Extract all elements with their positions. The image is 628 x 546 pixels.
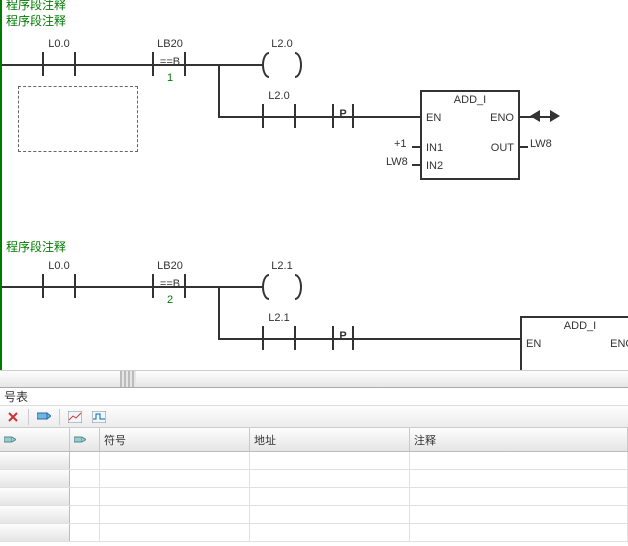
splitter-grip-icon <box>120 371 136 387</box>
coil-label: L2.0 <box>271 38 292 50</box>
in1-value: +1 <box>394 138 407 150</box>
compare-tag: LB20 <box>157 260 183 272</box>
segment-comment-2: 程序段注释 <box>6 238 66 255</box>
delete-icon[interactable] <box>4 408 22 426</box>
table-row[interactable] <box>0 470 628 488</box>
ladder-editor[interactable]: 程序段注释 程序段注释 L0.0 LB20 ==B 1 L2.0 L2.0 <box>0 0 628 370</box>
table-body[interactable] <box>0 452 628 546</box>
table-header-comment[interactable]: 注释 <box>410 428 628 451</box>
table-row[interactable] <box>0 524 628 542</box>
table-header-symbol[interactable]: 符号 <box>100 428 250 451</box>
out-value: LW8 <box>530 138 552 150</box>
compare-val: 1 <box>167 72 173 84</box>
branch-contact-label: L2.0 <box>268 90 289 102</box>
compare-op: ==B <box>160 56 180 68</box>
instruction-block-add-i[interactable]: ADD_I EN ENO IN1 OUT IN2 <box>420 90 520 180</box>
symbol-toolbar <box>0 406 628 428</box>
contact-label: L0.0 <box>48 260 69 272</box>
chart-icon[interactable] <box>66 408 84 426</box>
symbol-table-panel: 号表 符号 地址 注释 <box>0 388 628 546</box>
contact-label: L0.0 <box>48 38 69 50</box>
selection-box <box>18 86 138 152</box>
pulse-icon[interactable] <box>90 408 108 426</box>
horizontal-splitter[interactable] <box>0 370 628 388</box>
table-header-address[interactable]: 地址 <box>250 428 410 451</box>
tag-icon[interactable] <box>35 408 53 426</box>
filter-icon <box>74 435 86 445</box>
instruction-block-add-i[interactable]: ADD_I EN ENO <box>520 316 628 370</box>
panel-title: 号表 <box>0 388 628 406</box>
table-row[interactable] <box>0 506 628 524</box>
in2-value: LW8 <box>386 156 408 168</box>
compare-tag: LB20 <box>157 38 183 50</box>
p-trigger: P <box>339 330 346 342</box>
compare-val: 2 <box>167 294 173 306</box>
branch-contact-label: L2.1 <box>268 312 289 324</box>
table-header-rownum[interactable] <box>0 428 70 451</box>
filter-icon <box>4 435 16 445</box>
compare-op: ==B <box>160 278 180 290</box>
p-trigger: P <box>339 108 346 120</box>
table-header-icon2[interactable] <box>70 428 100 451</box>
table-row[interactable] <box>0 452 628 470</box>
table-header: 符号 地址 注释 <box>0 428 628 452</box>
segment-comment-1: 程序段注释 <box>6 12 66 29</box>
table-row[interactable] <box>0 488 628 506</box>
coil-label: L2.1 <box>271 260 292 272</box>
